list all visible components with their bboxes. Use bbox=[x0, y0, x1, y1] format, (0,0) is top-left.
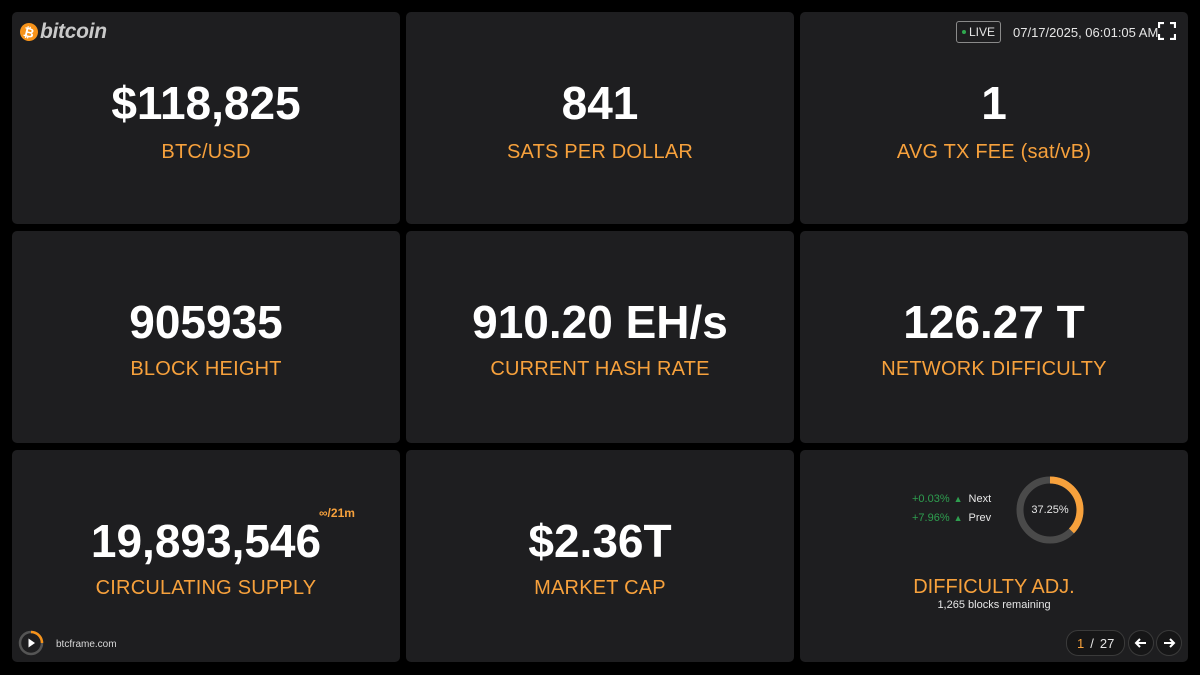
next-page-button[interactable] bbox=[1156, 630, 1182, 656]
page-separator: / bbox=[1090, 635, 1094, 651]
blocks-remaining: 1,265 blocks remaining bbox=[937, 599, 1051, 611]
hash-rate-value: 910.20 EH/s bbox=[472, 296, 728, 348]
bitcoin-logo: ₿ bitcoin bbox=[18, 20, 107, 44]
network-difficulty-label: NETWORK DIFFICULTY bbox=[881, 358, 1107, 380]
adj-next-name: Next bbox=[968, 493, 992, 505]
dashboard-grid: ₿ bitcoin $118,825 BTC/USD 841 SATS PER … bbox=[12, 12, 1188, 663]
adj-prev-row: +7.96% ▲ Prev bbox=[912, 512, 991, 524]
difficulty-adj-label: DIFFICULTY ADJ. bbox=[913, 576, 1075, 598]
sats-per-dollar-value: 841 bbox=[561, 77, 639, 129]
market-cap-label: MARKET CAP bbox=[534, 577, 666, 599]
adj-next-pct: +0.03% bbox=[912, 493, 950, 505]
network-difficulty-value: 126.27 T bbox=[903, 296, 1085, 348]
btc-usd-value: $118,825 bbox=[111, 77, 301, 129]
adj-next-row: +0.03% ▲ Next bbox=[912, 493, 991, 505]
live-badge: LIVE bbox=[956, 21, 1002, 43]
live-label: LIVE bbox=[969, 25, 996, 39]
sats-per-dollar-label: SATS PER DOLLAR bbox=[506, 141, 694, 163]
bitcoin-coin-icon: ₿ bbox=[18, 21, 40, 43]
network-difficulty-card: 126.27 T NETWORK DIFFICULTY bbox=[800, 231, 1188, 443]
btc-usd-label: BTC/USD bbox=[161, 141, 251, 163]
avg-tx-fee-card: LIVE 07/17/2025, 06:01:05 AM 1 AVG TX FE… bbox=[800, 12, 1188, 224]
up-arrow-icon: ▲ bbox=[953, 513, 963, 523]
avg-tx-fee-label: AVG TX FEE (sat/vB) bbox=[896, 141, 1092, 163]
circulating-supply-card: ∞/21m 19,893,546 CIRCULATING SUPPLY btcf… bbox=[12, 450, 400, 662]
page-indicator: 1 / 27 bbox=[1066, 630, 1126, 656]
datetime: 07/17/2025, 06:01:05 AM bbox=[1013, 25, 1159, 40]
logo-text: bitcoin bbox=[40, 20, 107, 43]
block-height-label: BLOCK HEIGHT bbox=[130, 358, 282, 380]
block-height-value: 905935 bbox=[129, 296, 283, 348]
live-dot-icon bbox=[962, 30, 966, 34]
prev-page-button[interactable] bbox=[1128, 630, 1154, 656]
play-icon[interactable] bbox=[18, 630, 44, 656]
page-total: 27 bbox=[1099, 635, 1115, 651]
adj-prev-pct: +7.96% bbox=[912, 512, 950, 524]
circulating-supply-label: CIRCULATING SUPPLY bbox=[95, 577, 317, 599]
hash-rate-label: CURRENT HASH RATE bbox=[490, 358, 710, 380]
difficulty-adj-card: +0.03% ▲ Next +7.96% ▲ Prev 37.25% DIFFI… bbox=[800, 450, 1188, 662]
market-cap-value: $2.36T bbox=[528, 515, 672, 567]
page-current: 1 bbox=[1077, 635, 1085, 651]
block-height-card: 905935 BLOCK HEIGHT bbox=[12, 231, 400, 443]
btc-usd-card: ₿ bitcoin $118,825 BTC/USD bbox=[12, 12, 400, 224]
avg-tx-fee-value: 1 bbox=[981, 77, 1007, 129]
circulating-supply-value: 19,893,546 bbox=[90, 515, 322, 567]
up-arrow-icon: ▲ bbox=[953, 494, 963, 504]
arrow-right-icon bbox=[1164, 638, 1176, 648]
difficulty-progress-text: 37.25% bbox=[1031, 504, 1069, 516]
hash-rate-card: 910.20 EH/s CURRENT HASH RATE bbox=[406, 231, 794, 443]
site-link[interactable]: btcframe.com bbox=[56, 639, 117, 650]
market-cap-card: $2.36T MARKET CAP bbox=[406, 450, 794, 662]
fullscreen-icon[interactable] bbox=[1158, 22, 1176, 40]
arrow-left-icon bbox=[1134, 638, 1146, 648]
sats-per-dollar-card: 841 SATS PER DOLLAR bbox=[406, 12, 794, 224]
adj-prev-name: Prev bbox=[968, 512, 992, 524]
